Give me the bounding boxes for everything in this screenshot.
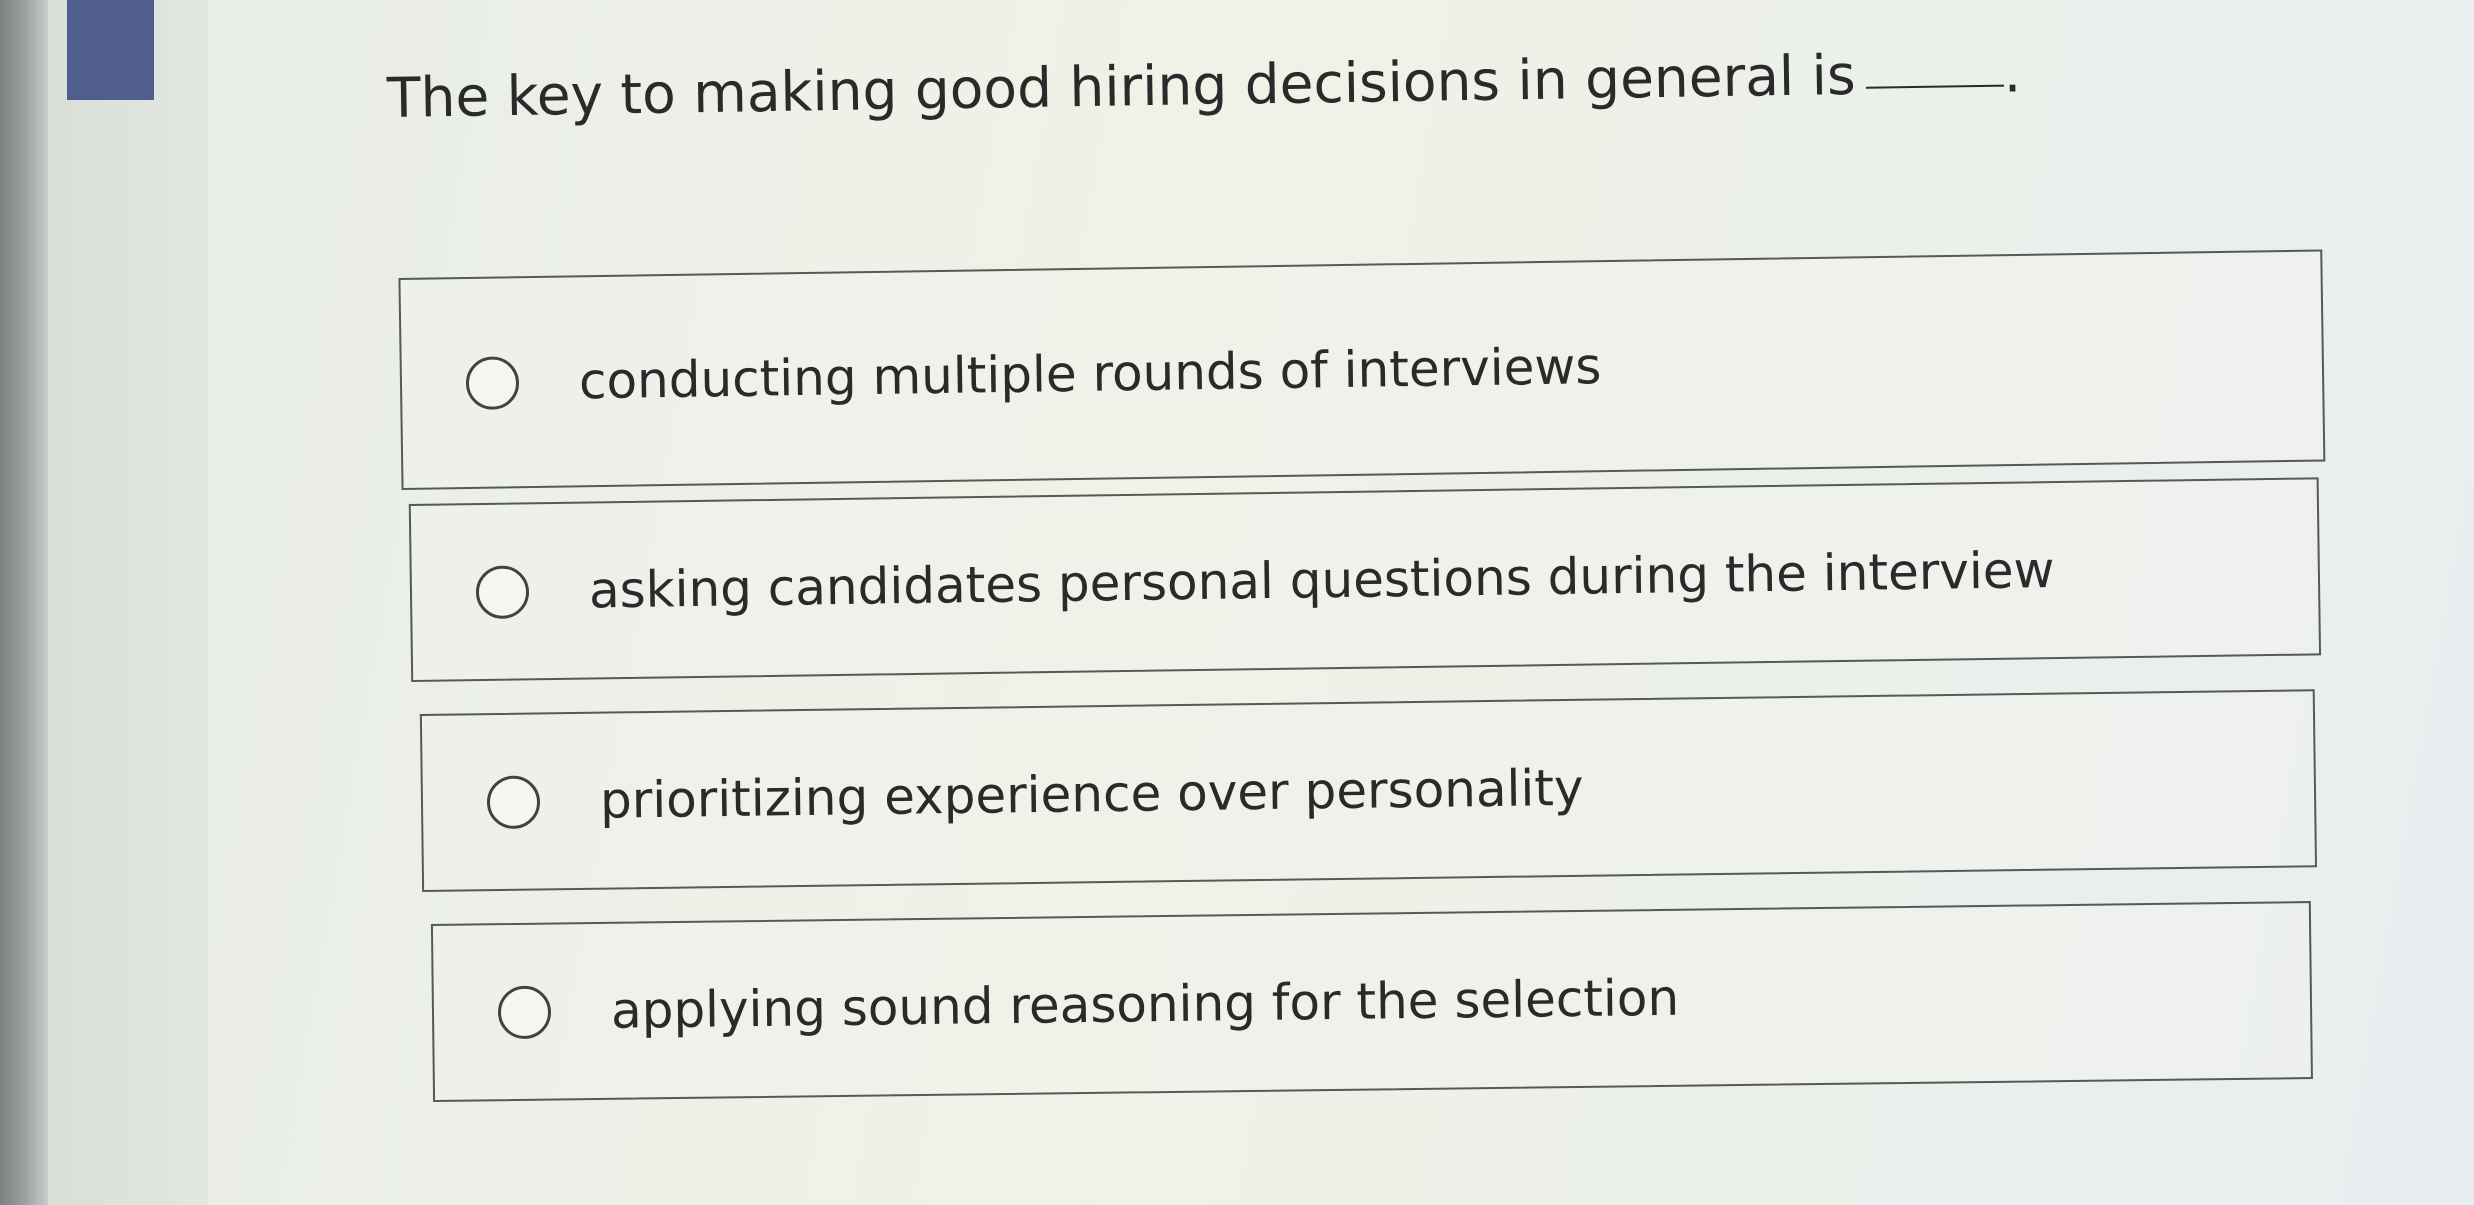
answer-option-label: prioritizing experience over personality xyxy=(599,758,1584,830)
answer-blank xyxy=(1865,84,2004,89)
answer-option-label: applying sound reasoning for the selecti… xyxy=(610,968,1680,1040)
answer-option-3[interactable]: prioritizing experience over personality xyxy=(419,689,2318,892)
question-text: The key to making good hiring decisions … xyxy=(386,40,2021,130)
left-edge-strip xyxy=(0,0,48,1205)
radio-button-icon[interactable] xyxy=(475,564,530,619)
radio-button-icon[interactable] xyxy=(465,355,520,410)
answer-option-1[interactable]: conducting multiple rounds of interviews xyxy=(398,249,2326,490)
left-margin-panel xyxy=(48,0,208,1205)
question-prompt: The key to making good hiring decisions … xyxy=(386,42,1857,130)
answer-option-label: asking candidates personal questions dur… xyxy=(588,541,2055,620)
answer-option-4[interactable]: applying sound reasoning for the selecti… xyxy=(430,901,2313,1102)
radio-button-icon[interactable] xyxy=(486,774,541,829)
question-marker-block xyxy=(67,0,154,100)
radio-button-icon[interactable] xyxy=(497,985,552,1039)
question-period: . xyxy=(2003,40,2022,105)
answer-option-label: conducting multiple rounds of interviews xyxy=(578,337,1602,411)
answer-option-2[interactable]: asking candidates personal questions dur… xyxy=(408,477,2322,682)
